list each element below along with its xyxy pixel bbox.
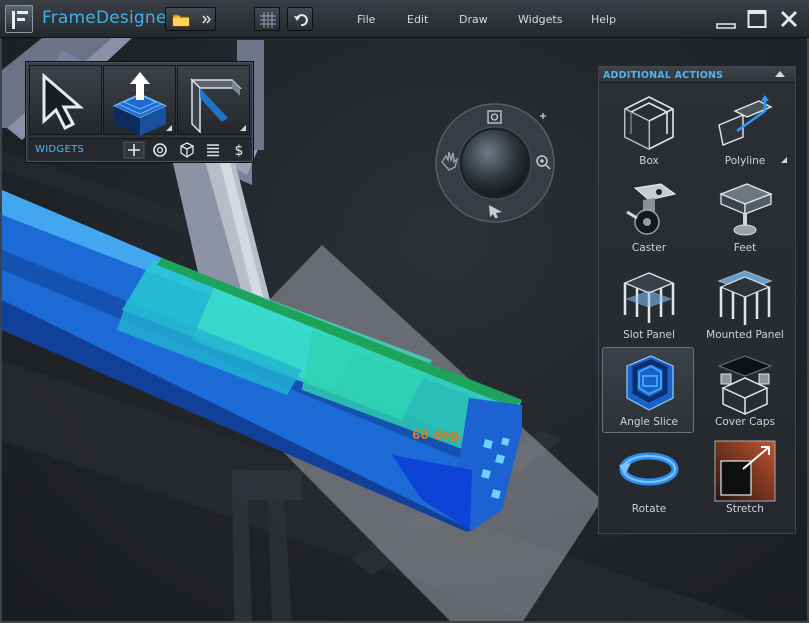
action-cover-caps[interactable]: Cover Caps [698, 347, 790, 433]
action-label: Angle Slice [620, 416, 678, 428]
action-label: Mounted Panel [706, 329, 784, 341]
action-rotate[interactable]: Rotate [602, 434, 694, 520]
app-title: FrameDesigner [42, 8, 174, 28]
close-icon[interactable] [779, 9, 799, 29]
grid-snap-button[interactable] [254, 7, 280, 31]
slot-panel-icon [623, 272, 675, 323]
action-label: Caster [631, 242, 667, 254]
actions-header: ADDITIONAL ACTIONS [599, 67, 795, 83]
menu-edit[interactable]: Edit [407, 13, 428, 26]
undo-button[interactable] [287, 7, 313, 31]
rotate-icon [619, 452, 679, 486]
dollar-icon[interactable]: $ [228, 141, 250, 159]
cube-icon[interactable] [176, 141, 198, 159]
open-folder-button[interactable] [165, 7, 216, 31]
action-label: Rotate [631, 503, 667, 515]
action-polyline[interactable]: Polyline [698, 86, 790, 172]
menu-help[interactable]: Help [591, 13, 616, 26]
widgets-toolbar: WIDGETS $ [29, 138, 251, 160]
navigation-wheel[interactable] [434, 102, 556, 224]
undo-icon [294, 14, 308, 27]
additional-actions-panel: ADDITIONAL ACTIONS Box Polyline Caster F… [598, 66, 796, 534]
action-label: Feet [733, 242, 757, 254]
3d-viewport[interactable]: 60 deg. WIDGETS $ ADDITIONAL ACTIONS Box… [0, 38, 809, 623]
maximize-icon[interactable] [747, 9, 767, 29]
widgets-panel: WIDGETS $ [25, 61, 254, 163]
cover-caps-icon [717, 355, 773, 416]
minimize-icon[interactable] [716, 9, 736, 29]
menu-draw[interactable]: Draw [459, 13, 488, 26]
folder-icon [172, 14, 190, 27]
action-feet[interactable]: Feet [698, 173, 790, 259]
add-icon[interactable] [123, 141, 145, 159]
action-label: Slot Panel [623, 329, 675, 341]
action-mounted-panel[interactable]: Mounted Panel [698, 260, 790, 346]
angle-slice-icon [626, 355, 674, 411]
box-frame-icon [624, 96, 674, 150]
chevron-right-icon [202, 15, 211, 24]
menu-widgets[interactable]: Widgets [518, 13, 562, 26]
widgets-label: WIDGETS [35, 144, 85, 155]
action-caster[interactable]: Caster [602, 173, 694, 259]
action-label: Stretch [726, 503, 764, 515]
stretch-icon [714, 440, 776, 502]
list-icon[interactable] [202, 141, 224, 159]
polyline-icon [718, 95, 773, 146]
svg-text:$: $ [235, 143, 244, 159]
menu-file[interactable]: File [357, 13, 375, 26]
add-icon [540, 113, 546, 119]
collapse-arrow-icon[interactable] [775, 71, 785, 77]
caster-icon [626, 183, 677, 235]
select-tool-tile[interactable] [29, 65, 102, 135]
action-label: Box [639, 155, 659, 167]
grid-icon [260, 12, 276, 28]
action-label: Polyline [724, 155, 766, 167]
settings-gear-icon[interactable] [149, 141, 171, 159]
actions-title: ADDITIONAL ACTIONS [603, 70, 724, 81]
action-box[interactable]: Box [602, 86, 694, 172]
action-stretch[interactable]: Stretch [698, 434, 790, 520]
bracket-tool-tile[interactable] [177, 65, 250, 135]
mounted-panel-icon [717, 270, 773, 325]
action-label: Cover Caps [715, 416, 775, 428]
action-angle-slice[interactable]: Angle Slice [602, 347, 694, 433]
title-bar: FrameDesigner File Edit Draw Widgets Hel… [0, 0, 809, 38]
angle-annotation: 60 deg. [412, 428, 463, 442]
extrude-tool-tile[interactable] [103, 65, 176, 136]
app-logo-icon[interactable] [5, 5, 33, 33]
select-arrow-icon [42, 72, 85, 131]
feet-icon [719, 183, 773, 236]
action-slot-panel[interactable]: Slot Panel [602, 260, 694, 346]
